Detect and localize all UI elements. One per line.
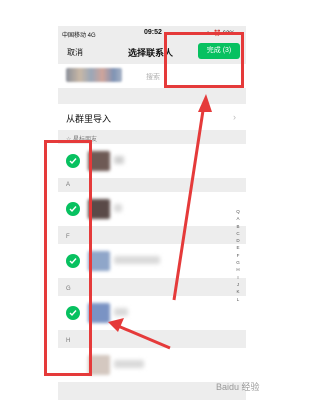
- arrow-head-1: [198, 94, 212, 112]
- arrow-line-1: [172, 103, 206, 301]
- annotation-arrows: [108, 94, 212, 350]
- arrow-head-2: [108, 318, 124, 332]
- watermark: Baidu 经验: [216, 382, 260, 392]
- arrow-line-2: [117, 324, 171, 350]
